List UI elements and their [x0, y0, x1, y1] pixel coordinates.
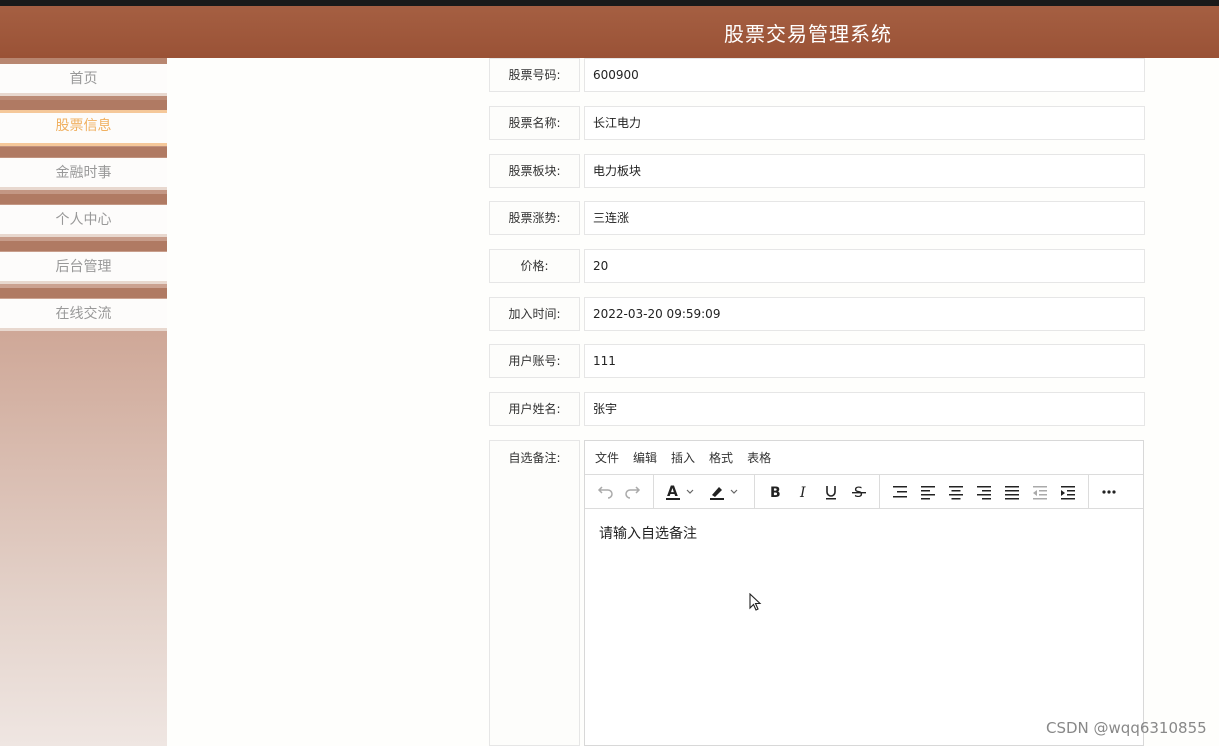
text-style-group: B I S	[755, 474, 880, 509]
form-row-user-name: 用户姓名: 张宇	[489, 392, 1145, 426]
field-label: 股票涨势:	[489, 201, 580, 235]
form-row-stock-name: 股票名称: 长江电力	[489, 106, 1145, 140]
field-label: 加入时间:	[489, 297, 580, 331]
form-row-stock-code: 股票号码: 600900	[489, 58, 1145, 92]
sidebar-divider	[0, 194, 167, 204]
stock-name-field[interactable]: 长江电力	[584, 106, 1145, 140]
field-label: 股票板块:	[489, 154, 580, 188]
price-field[interactable]: 20	[584, 249, 1145, 283]
editor-menubar: 文件 编辑 插入 格式 表格	[585, 441, 1143, 475]
stock-trend-field[interactable]: 三连涨	[584, 201, 1145, 235]
sidebar-item-online-chat[interactable]: 在线交流	[0, 299, 167, 331]
align-left-icon[interactable]	[914, 479, 942, 505]
editor-content[interactable]: 请输入自选备注	[585, 509, 1143, 557]
more-icon[interactable]	[1095, 479, 1123, 505]
menu-format[interactable]: 格式	[709, 449, 733, 466]
line-height-icon[interactable]	[886, 479, 914, 505]
align-center-icon[interactable]	[942, 479, 970, 505]
form-row-stock-sector: 股票板块: 电力板块	[489, 154, 1145, 188]
sidebar-item-admin[interactable]: 后台管理	[0, 252, 167, 284]
menu-table[interactable]: 表格	[747, 449, 771, 466]
strikethrough-icon[interactable]: S	[845, 479, 873, 505]
redo-icon[interactable]	[619, 479, 647, 505]
form-row-added-time: 加入时间: 2022-03-20 09:59:09	[489, 297, 1145, 331]
sidebar-divider	[0, 100, 167, 110]
stock-sector-field[interactable]: 电力板块	[584, 154, 1145, 188]
field-label: 用户账号:	[489, 344, 580, 378]
user-name-field[interactable]: 张宇	[584, 392, 1145, 426]
field-label: 价格:	[489, 249, 580, 283]
rich-text-editor: 文件 编辑 插入 格式 表格 A B I S 请输入自选备注	[584, 440, 1144, 746]
svg-text:B: B	[770, 485, 781, 501]
app-header: 股票交易管理系统	[0, 6, 1219, 58]
mouse-cursor-icon	[749, 592, 763, 617]
svg-text:A: A	[667, 484, 678, 500]
undo-icon[interactable]	[591, 479, 619, 505]
editor-placeholder: 请输入自选备注	[599, 526, 697, 542]
align-justify-icon[interactable]	[998, 479, 1026, 505]
user-account-field[interactable]: 111	[584, 344, 1145, 378]
sidebar-divider	[0, 288, 167, 298]
outdent-icon[interactable]	[1026, 479, 1054, 505]
field-label: 股票号码:	[489, 58, 580, 92]
indent-icon[interactable]	[1054, 479, 1082, 505]
color-group: A	[654, 474, 755, 509]
menu-insert[interactable]: 插入	[671, 449, 695, 466]
bold-icon[interactable]: B	[761, 479, 789, 505]
field-label: 股票名称:	[489, 106, 580, 140]
align-right-icon[interactable]	[970, 479, 998, 505]
form-row-stock-trend: 股票涨势: 三连涨	[489, 201, 1145, 235]
svg-text:I: I	[799, 485, 806, 501]
menu-file[interactable]: 文件	[595, 449, 619, 466]
stock-code-field[interactable]: 600900	[584, 58, 1145, 92]
watermark: CSDN @wqq6310855	[1046, 719, 1207, 737]
sidebar-divider	[0, 147, 167, 157]
note-label: 自选备注:	[489, 440, 580, 746]
editor-toolbar: A B I S	[585, 474, 1143, 509]
highlight-color-icon[interactable]	[704, 479, 748, 505]
text-color-icon[interactable]: A	[660, 479, 704, 505]
italic-icon[interactable]: I	[789, 479, 817, 505]
more-group	[1089, 475, 1129, 509]
app-title: 股票交易管理系统	[724, 22, 892, 46]
added-time-field[interactable]: 2022-03-20 09:59:09	[584, 297, 1145, 331]
sidebar-item-personal-center[interactable]: 个人中心	[0, 205, 167, 237]
sidebar-item-financial-news[interactable]: 金融时事	[0, 158, 167, 190]
paragraph-group	[880, 474, 1089, 509]
sidebar-item-home[interactable]: 首页	[0, 64, 167, 96]
history-group	[585, 474, 654, 509]
form-row-user-account: 用户账号: 111	[489, 344, 1145, 378]
form-row-price: 价格: 20	[489, 249, 1145, 283]
field-label: 用户姓名:	[489, 392, 580, 426]
underline-icon[interactable]	[817, 479, 845, 505]
sidebar-divider	[0, 241, 167, 251]
sidebar-item-stock-info[interactable]: 股票信息	[0, 110, 167, 146]
menu-edit[interactable]: 编辑	[633, 449, 657, 466]
